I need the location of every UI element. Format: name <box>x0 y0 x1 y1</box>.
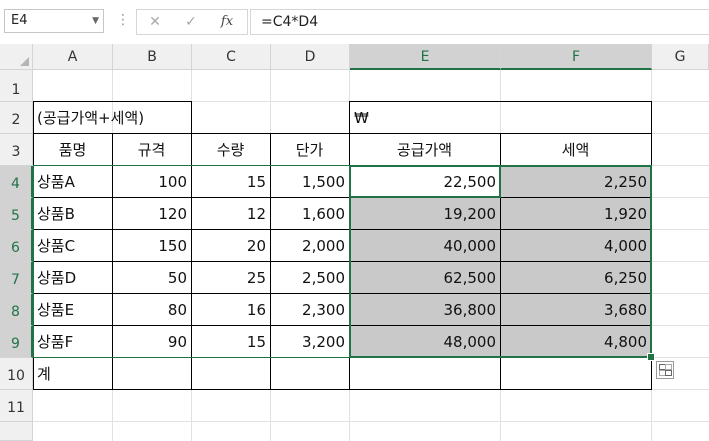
cell-c3-header[interactable]: 수량 <box>191 134 270 166</box>
cell-b6[interactable]: 150 <box>112 230 191 262</box>
formula-input[interactable]: =C4*D4 <box>250 9 709 35</box>
select-all-button[interactable] <box>0 44 33 70</box>
row-header-3[interactable]: 3 <box>0 134 33 166</box>
cell-e7[interactable]: 62,500 <box>349 262 500 294</box>
enter-icon[interactable]: ✓ <box>177 10 205 34</box>
cell-b5[interactable]: 120 <box>112 198 191 230</box>
cell-a3-header[interactable]: 품명 <box>33 134 112 166</box>
cell-e8[interactable]: 36,800 <box>349 294 500 326</box>
column-header-b[interactable]: B <box>113 44 192 70</box>
cell-f4[interactable]: 2,250 <box>501 166 651 197</box>
column-headers: A B C D E F G <box>0 44 709 70</box>
row-header-10[interactable]: 10 <box>0 358 33 390</box>
formula-bar: E4 ▼ ⋮ ✕ ✓ fx =C4*D4 <box>0 0 709 45</box>
cell-b9[interactable]: 90 <box>112 326 191 358</box>
cell-b7[interactable]: 50 <box>112 262 191 294</box>
cell-d5[interactable]: 1,600 <box>270 198 349 230</box>
cell-a6[interactable]: 상품C <box>33 230 112 262</box>
cell-a9[interactable]: 상품F <box>33 326 112 358</box>
column-header-d[interactable]: D <box>271 44 350 70</box>
row-header-2[interactable]: 2 <box>0 102 33 134</box>
cell-b8[interactable]: 80 <box>112 294 191 326</box>
cell-e9[interactable]: 48,000 <box>349 326 500 358</box>
cell-d4[interactable]: 1,500 <box>270 166 349 198</box>
cell-a8[interactable]: 상품E <box>33 294 112 326</box>
cell-a5[interactable]: 상품B <box>33 198 112 230</box>
column-header-f[interactable]: F <box>501 44 652 70</box>
cell-f3-header[interactable]: 세액 <box>500 134 651 166</box>
cell-c7[interactable]: 25 <box>191 262 270 294</box>
row-header-4[interactable]: 4 <box>0 166 33 198</box>
cancel-icon[interactable]: ✕ <box>141 10 169 34</box>
column-header-a[interactable]: A <box>33 44 113 70</box>
cell-c5[interactable]: 12 <box>191 198 270 230</box>
cell-f5[interactable]: 1,920 <box>500 198 651 230</box>
cell-d6[interactable]: 2,000 <box>270 230 349 262</box>
cell-a10-total[interactable]: 계 <box>33 358 112 390</box>
cell-c6[interactable]: 20 <box>191 230 270 262</box>
cell-d3-header[interactable]: 단가 <box>270 134 349 166</box>
cell-a4[interactable]: 상품A <box>33 166 112 198</box>
cell-e2[interactable]: ₩ <box>350 102 500 134</box>
row-header-9[interactable]: 9 <box>0 326 33 358</box>
formula-buttons: ✕ ✓ fx <box>136 9 248 35</box>
cell-b3-header[interactable]: 규격 <box>112 134 191 166</box>
row-header-5[interactable]: 5 <box>0 198 33 230</box>
column-header-e[interactable]: E <box>350 44 501 70</box>
row-header-12-partial[interactable] <box>0 422 33 441</box>
insert-function-icon[interactable]: fx <box>213 10 241 34</box>
cell-e4[interactable]: 22,500 <box>349 166 500 198</box>
row-header-11[interactable]: 11 <box>0 390 33 422</box>
cell-e6[interactable]: 40,000 <box>349 230 500 262</box>
quick-analysis-icon[interactable] <box>656 361 674 379</box>
cell-e5[interactable]: 19,200 <box>349 198 500 230</box>
cell-d8[interactable]: 2,300 <box>270 294 349 326</box>
cell-d9[interactable]: 3,200 <box>270 326 349 358</box>
column-header-g[interactable]: G <box>652 44 709 70</box>
cell-f7[interactable]: 6,250 <box>500 262 651 294</box>
row-header-1[interactable]: 1 <box>0 70 33 102</box>
name-box-value: E4 <box>11 13 28 28</box>
cell-c8[interactable]: 16 <box>191 294 270 326</box>
cell-grid: (공급가액+세액) ₩ 품명 규격 수량 단가 공급가액 세액 상품A 100 … <box>33 70 709 441</box>
name-box[interactable]: E4 ▼ <box>4 9 104 33</box>
column-header-c[interactable]: C <box>192 44 271 70</box>
cell-c9[interactable]: 15 <box>191 326 270 358</box>
row-header-6[interactable]: 6 <box>0 230 33 262</box>
cell-f9[interactable]: 4,800 <box>500 326 651 358</box>
cell-c4[interactable]: 15 <box>191 166 270 198</box>
cell-f6[interactable]: 4,000 <box>500 230 651 262</box>
cell-a2[interactable]: (공급가액+세액) <box>33 102 233 134</box>
more-options-icon[interactable]: ⋮ <box>116 12 130 28</box>
row-header-8[interactable]: 8 <box>0 294 33 326</box>
chevron-down-icon[interactable]: ▼ <box>92 10 99 32</box>
cell-e3-header[interactable]: 공급가액 <box>349 134 500 166</box>
cell-b4[interactable]: 100 <box>112 166 191 198</box>
cell-a7[interactable]: 상품D <box>33 262 112 294</box>
cell-d7[interactable]: 2,500 <box>270 262 349 294</box>
row-header-7[interactable]: 7 <box>0 262 33 294</box>
cell-f8[interactable]: 3,680 <box>500 294 651 326</box>
fill-handle[interactable] <box>647 353 655 361</box>
